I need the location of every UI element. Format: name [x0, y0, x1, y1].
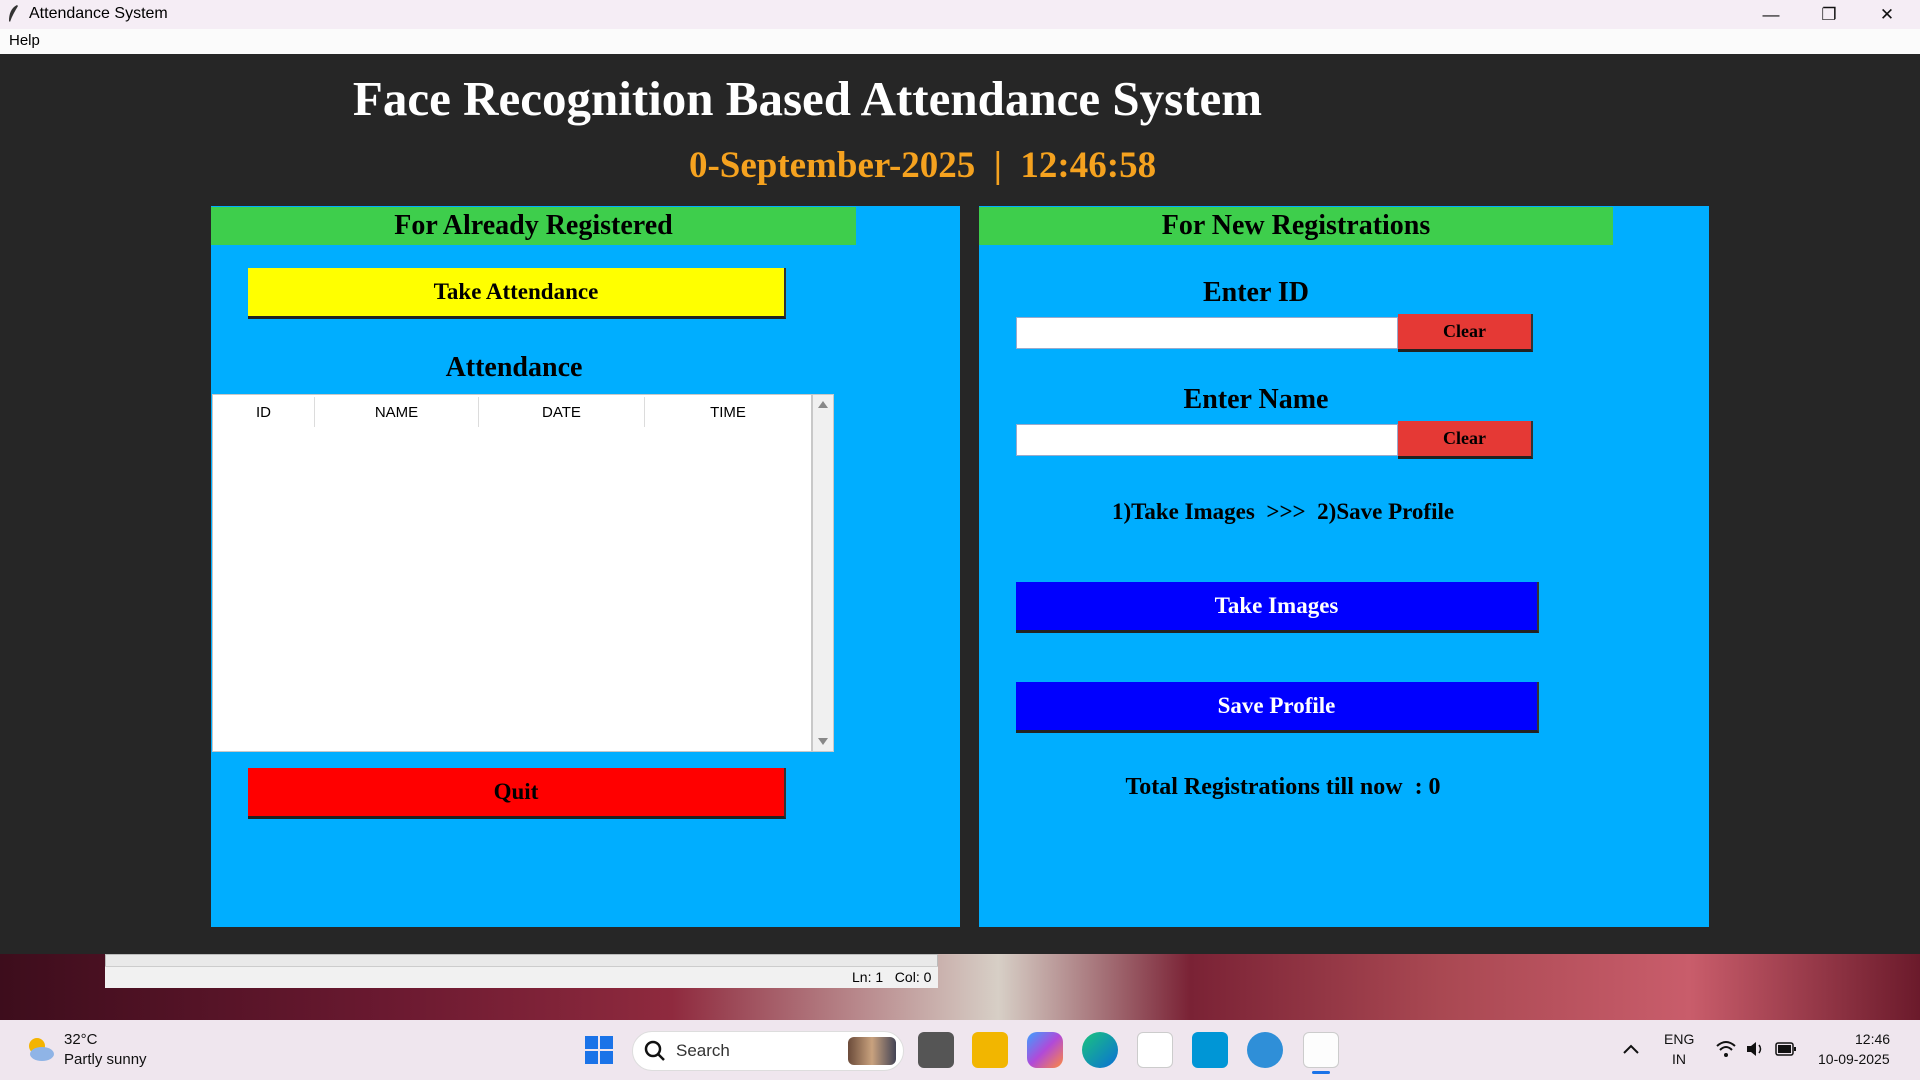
clock-time[interactable]: 12:46 — [1855, 1031, 1890, 1047]
new-registration-panel — [979, 206, 1709, 927]
help-icon[interactable] — [1247, 1032, 1283, 1068]
name-input[interactable] — [1016, 424, 1398, 456]
volume-icon[interactable] — [1745, 1040, 1765, 1058]
registration-instructions: 1)Take Images >>> 2)Save Profile — [1111, 499, 1455, 524]
battery-icon[interactable] — [1775, 1042, 1797, 1056]
menu-bar — [0, 29, 1920, 54]
menu-help[interactable]: Help — [9, 32, 40, 49]
clear-id-button[interactable]: Clear — [1398, 314, 1533, 352]
file-explorer-icon[interactable] — [972, 1032, 1008, 1068]
weather-description[interactable]: Partly sunny — [64, 1051, 147, 1068]
attendance-table[interactable] — [212, 394, 812, 752]
registered-panel-header: For Already Registered — [211, 207, 856, 245]
take-attendance-button[interactable]: Take Attendance — [248, 268, 786, 319]
new-registration-panel-header: For New Registrations — [979, 207, 1613, 245]
id-input[interactable] — [1016, 317, 1398, 349]
edge-browser-icon[interactable] — [1082, 1032, 1118, 1068]
save-profile-button[interactable]: Save Profile — [1016, 682, 1539, 733]
chevron-up-icon[interactable] — [1622, 1043, 1640, 1055]
table-scrollbar[interactable] — [812, 394, 834, 752]
windows-start-icon[interactable] — [584, 1035, 614, 1065]
language-indicator-line2[interactable]: IN — [1672, 1051, 1686, 1067]
page-title: Face Recognition Based Attendance System — [352, 71, 1263, 126]
weather-temperature[interactable]: 32°C — [64, 1031, 98, 1048]
clock-date[interactable]: 10-09-2025 — [1818, 1051, 1890, 1067]
minimize-button[interactable]: — — [1742, 0, 1800, 29]
total-registrations-count: Total Registrations till now : 0 — [1125, 774, 1441, 800]
clear-name-button[interactable]: Clear — [1398, 421, 1533, 459]
quit-button[interactable]: Quit — [248, 768, 786, 819]
search-highlight-icon — [848, 1037, 896, 1065]
language-indicator-line1[interactable]: ENG — [1664, 1031, 1694, 1047]
weather-partly-sunny-icon[interactable] — [24, 1034, 56, 1064]
active-app-indicator — [1312, 1071, 1330, 1074]
python-idle-icon[interactable] — [1303, 1032, 1339, 1068]
date-time-display: 0-September-2025 | 12:46:58 — [688, 145, 1157, 186]
table-header-time[interactable]: TIME — [645, 397, 811, 427]
scroll-up-arrow-icon[interactable] — [817, 399, 829, 409]
scroll-down-arrow-icon[interactable] — [817, 737, 829, 747]
search-placeholder: Search — [676, 1041, 730, 1060]
table-header-date[interactable]: DATE — [479, 397, 645, 427]
myhp-icon[interactable] — [1192, 1032, 1228, 1068]
feather-icon — [9, 5, 18, 22]
attendance-heading: Attendance — [445, 352, 583, 383]
table-header-name[interactable]: NAME — [315, 397, 479, 427]
microsoft-store-icon[interactable] — [1137, 1032, 1173, 1068]
close-button[interactable]: ✕ — [1858, 0, 1916, 29]
wifi-icon[interactable] — [1716, 1040, 1736, 1058]
take-images-button[interactable]: Take Images — [1016, 582, 1539, 633]
enter-name-label: Enter Name — [1183, 384, 1329, 415]
window-title: Attendance System — [29, 5, 168, 22]
enter-id-label: Enter ID — [1202, 277, 1310, 308]
search-icon — [644, 1040, 665, 1061]
editor-status-bar — [105, 966, 938, 988]
task-view-icon[interactable] — [918, 1032, 954, 1068]
maximize-button[interactable]: ❐ — [1800, 0, 1858, 29]
window-title-bar — [0, 0, 1920, 29]
copilot-icon[interactable] — [1027, 1032, 1063, 1068]
table-header-id[interactable]: ID — [213, 397, 315, 427]
editor-line-column: Ln: 1 Col: 0 — [852, 969, 932, 985]
